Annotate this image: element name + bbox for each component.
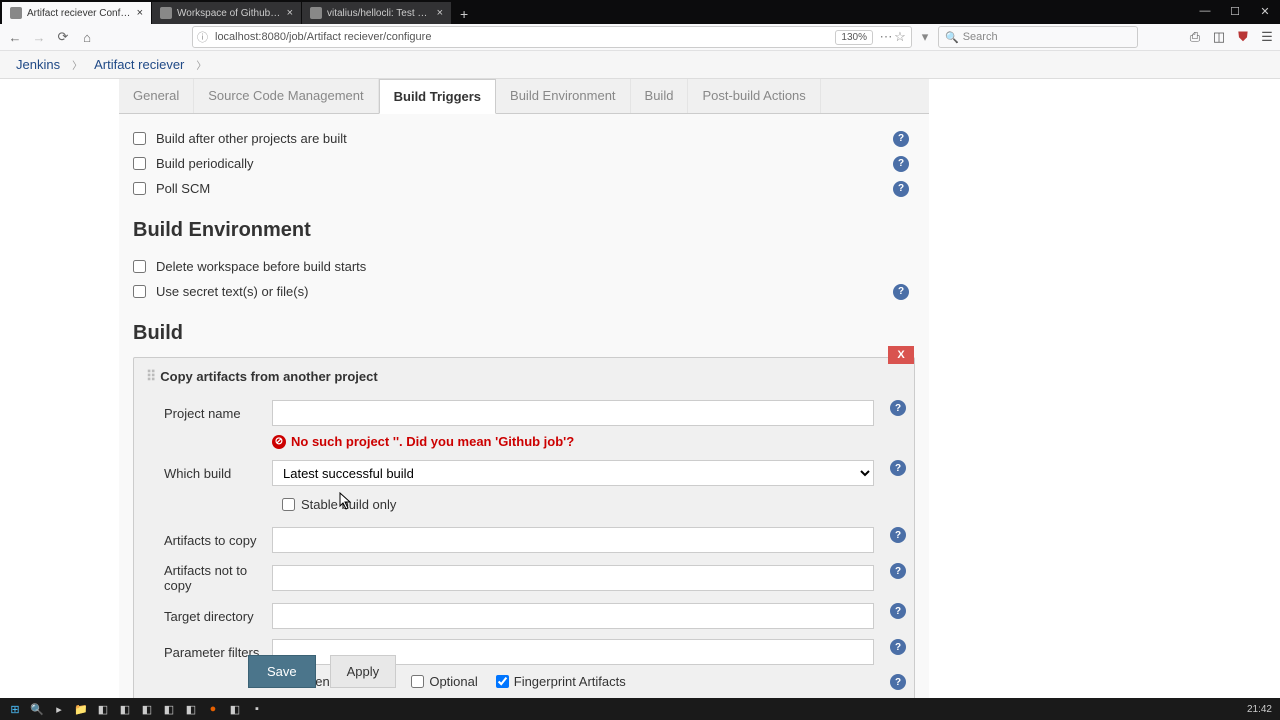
close-window-button[interactable]: ✕ bbox=[1250, 0, 1280, 22]
delete-workspace-label: Delete workspace before build starts bbox=[156, 259, 366, 274]
use-secret-label: Use secret text(s) or file(s) bbox=[156, 284, 308, 299]
explorer-icon[interactable]: 📁 bbox=[70, 700, 92, 718]
help-icon[interactable]: ? bbox=[893, 156, 909, 172]
home-button[interactable]: ⌂ bbox=[78, 28, 96, 46]
search-placeholder: Search bbox=[963, 31, 998, 43]
poll-scm-label: Poll SCM bbox=[156, 181, 210, 196]
app-icon[interactable]: ◧ bbox=[136, 700, 158, 718]
forward-button[interactable]: → bbox=[30, 28, 48, 46]
project-name-input[interactable] bbox=[272, 400, 874, 426]
stable-build-checkbox[interactable] bbox=[282, 498, 295, 511]
tab-title-2: Workspace of Github job on m bbox=[177, 8, 282, 19]
taskbar: ⊞ 🔍 ▸ 📁 ◧ ◧ ◧ ◧ ◧ ● ◧ ▪ 21:42 bbox=[0, 698, 1280, 720]
search-icon: 🔍 bbox=[945, 31, 959, 44]
help-icon[interactable]: ? bbox=[890, 400, 906, 416]
app-icon[interactable]: ◧ bbox=[92, 700, 114, 718]
close-icon[interactable]: × bbox=[437, 7, 443, 19]
site-info-icon[interactable]: ⓘ bbox=[197, 29, 211, 45]
which-build-select[interactable]: Latest successful build bbox=[272, 460, 874, 486]
breadcrumb-home[interactable]: Jenkins bbox=[16, 57, 60, 72]
clock[interactable]: 21:42 bbox=[1247, 704, 1276, 715]
firefox-icon[interactable]: ● bbox=[202, 700, 224, 718]
help-icon[interactable]: ? bbox=[893, 284, 909, 300]
task-icon[interactable]: ▸ bbox=[48, 700, 70, 718]
search-input[interactable]: 🔍 Search bbox=[938, 26, 1138, 48]
app-icon[interactable]: ◧ bbox=[114, 700, 136, 718]
sidebar-icon[interactable]: ◫ bbox=[1212, 29, 1226, 45]
error-icon: ⊘ bbox=[272, 435, 286, 449]
build-after-label: Build after other projects are built bbox=[156, 131, 347, 146]
pocket-icon[interactable]: ▾ bbox=[918, 29, 932, 45]
tab-title-3: vitalius/hellocli: Test project f bbox=[327, 8, 432, 19]
maximize-button[interactable]: ☐ bbox=[1220, 0, 1250, 22]
browser-tab-3[interactable]: vitalius/hellocli: Test project f × bbox=[302, 2, 452, 24]
poll-scm-checkbox[interactable] bbox=[133, 182, 146, 195]
tab-scm[interactable]: Source Code Management bbox=[194, 79, 378, 113]
favicon-icon bbox=[310, 7, 322, 19]
help-icon[interactable]: ? bbox=[890, 563, 906, 579]
project-name-label: Project name bbox=[164, 406, 272, 421]
browser-tab-1[interactable]: Artifact reciever Config [Jenki × bbox=[2, 2, 152, 24]
shield-icon[interactable]: ⛊ bbox=[1236, 29, 1250, 45]
minimize-button[interactable]: — bbox=[1190, 0, 1220, 22]
app-icon[interactable]: ◧ bbox=[158, 700, 180, 718]
which-build-label: Which build bbox=[164, 466, 272, 481]
app-icon[interactable]: ◧ bbox=[180, 700, 202, 718]
config-tabs: General Source Code Management Build Tri… bbox=[119, 79, 929, 114]
zoom-badge[interactable]: 130% bbox=[835, 30, 873, 45]
chevron-right-icon: 〉 bbox=[72, 57, 82, 72]
artifacts-not-copy-label: Artifacts not to copy bbox=[164, 563, 272, 593]
search-taskbar-icon[interactable]: 🔍 bbox=[26, 700, 48, 718]
apply-button[interactable]: Apply bbox=[330, 655, 397, 688]
stable-build-label: Stable build only bbox=[301, 497, 396, 512]
close-icon[interactable]: × bbox=[287, 7, 293, 19]
library-icon[interactable]: ⎙ bbox=[1188, 29, 1202, 45]
delete-workspace-checkbox[interactable] bbox=[133, 260, 146, 273]
help-icon[interactable]: ? bbox=[890, 460, 906, 476]
validation-error: ⊘ No such project ''. Did you mean 'Gith… bbox=[134, 431, 914, 455]
breadcrumb: Jenkins 〉 Artifact reciever 〉 bbox=[0, 51, 1280, 79]
help-icon[interactable]: ? bbox=[893, 131, 909, 147]
start-button[interactable]: ⊞ bbox=[4, 700, 26, 718]
artifacts-copy-label: Artifacts to copy bbox=[164, 533, 272, 548]
app-icon[interactable]: ◧ bbox=[224, 700, 246, 718]
use-secret-checkbox[interactable] bbox=[133, 285, 146, 298]
save-button[interactable]: Save bbox=[248, 655, 316, 688]
close-icon[interactable]: × bbox=[137, 7, 143, 19]
artifacts-copy-input[interactable] bbox=[272, 527, 874, 553]
menu-icon[interactable]: ☰ bbox=[1260, 29, 1274, 45]
bookmark-star-icon[interactable]: ☆ bbox=[893, 29, 907, 45]
build-heading: Build bbox=[133, 322, 915, 345]
back-button[interactable]: ← bbox=[6, 28, 24, 46]
tab-title-1: Artifact reciever Config [Jenki bbox=[27, 8, 132, 19]
artifacts-not-copy-input[interactable] bbox=[272, 565, 874, 591]
new-tab-button[interactable]: + bbox=[452, 4, 476, 24]
step-title: ⠿ Copy artifacts from another project bbox=[146, 368, 902, 385]
address-bar[interactable]: ⓘ localhost:8080/job/Artifact reciever/c… bbox=[192, 26, 912, 48]
target-dir-label: Target directory bbox=[164, 609, 272, 624]
build-periodically-checkbox[interactable] bbox=[133, 157, 146, 170]
terminal-icon[interactable]: ▪ bbox=[246, 700, 268, 718]
tab-build-env[interactable]: Build Environment bbox=[496, 79, 631, 113]
tab-build[interactable]: Build bbox=[631, 79, 689, 113]
help-icon[interactable]: ? bbox=[893, 181, 909, 197]
tab-post[interactable]: Post-build Actions bbox=[688, 79, 820, 113]
url-text: localhost:8080/job/Artifact reciever/con… bbox=[211, 31, 835, 43]
help-icon[interactable]: ? bbox=[890, 603, 906, 619]
browser-tab-2[interactable]: Workspace of Github job on m × bbox=[152, 2, 302, 24]
tab-build-triggers[interactable]: Build Triggers bbox=[379, 79, 496, 114]
favicon-icon bbox=[160, 7, 172, 19]
drag-handle-icon[interactable]: ⠿ bbox=[146, 368, 154, 385]
reload-button[interactable]: ⟳ bbox=[54, 28, 72, 46]
favicon-icon bbox=[10, 7, 22, 19]
breadcrumb-job[interactable]: Artifact reciever bbox=[94, 57, 184, 72]
build-env-heading: Build Environment bbox=[133, 219, 915, 242]
page-actions-icon[interactable]: ⋯ bbox=[879, 29, 893, 45]
tab-general[interactable]: General bbox=[119, 79, 194, 113]
build-periodically-label: Build periodically bbox=[156, 156, 254, 171]
chevron-right-icon: 〉 bbox=[196, 57, 206, 72]
target-dir-input[interactable] bbox=[272, 603, 874, 629]
help-icon[interactable]: ? bbox=[890, 527, 906, 543]
build-after-checkbox[interactable] bbox=[133, 132, 146, 145]
